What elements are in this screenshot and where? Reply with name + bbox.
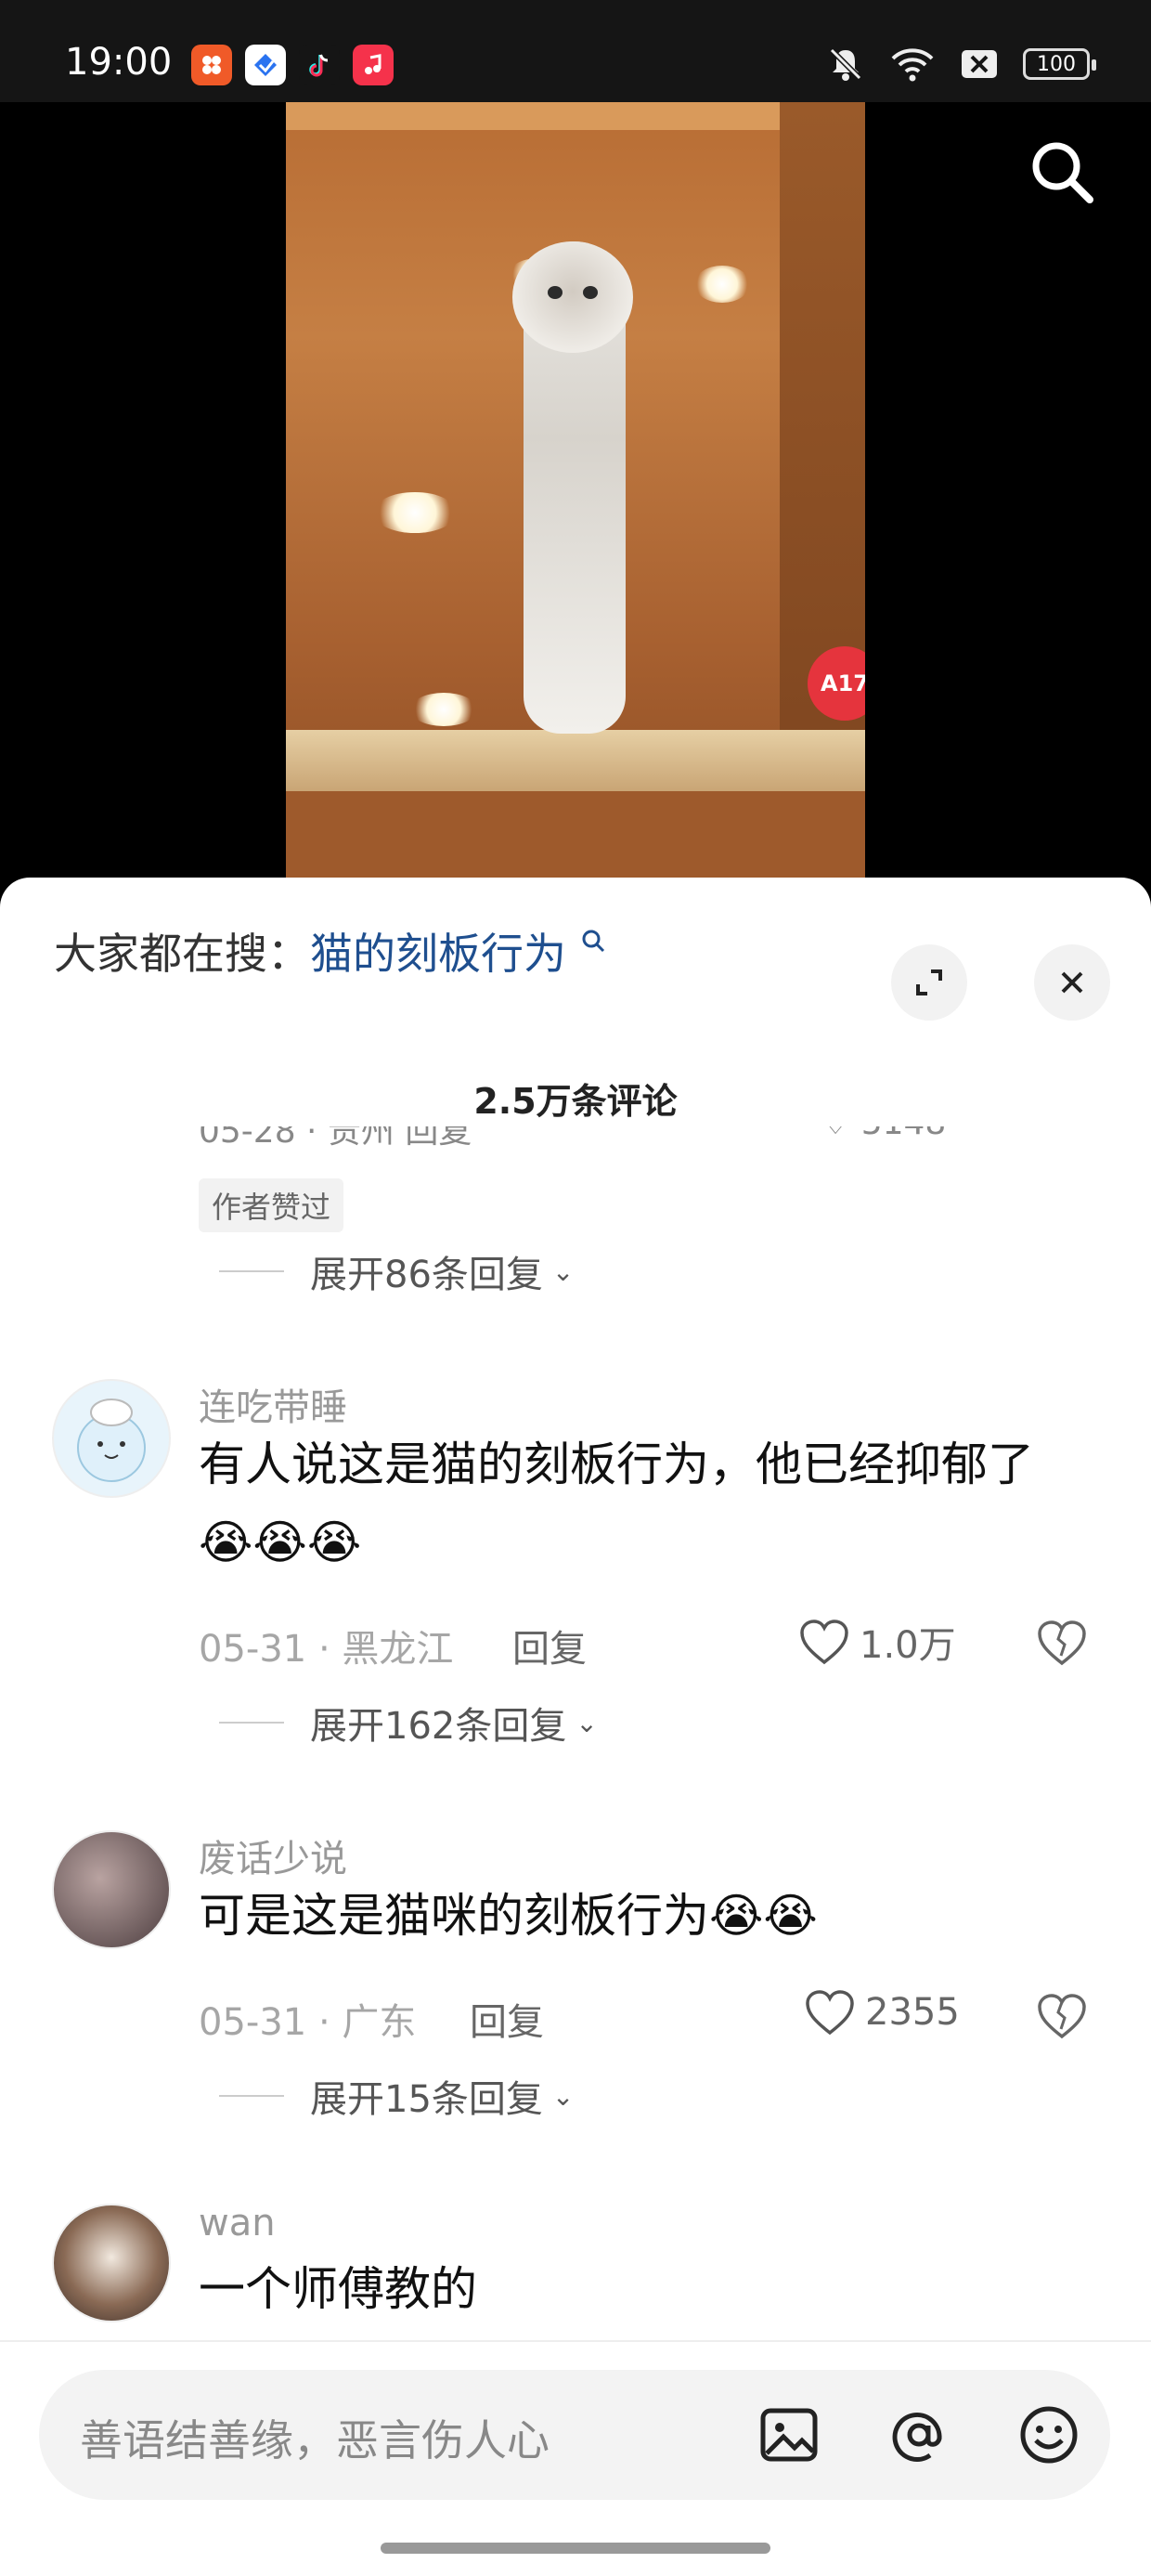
comment-username[interactable]: wan <box>199 2202 276 2244</box>
heart-icon <box>806 1990 854 2036</box>
expand-replies[interactable]: 展开162条回复 ⌄ <box>219 1696 598 1750</box>
comment-meta: 05-31 · 广东 <box>199 2001 417 2044</box>
video-shelf <box>286 730 865 791</box>
video-light <box>373 492 457 533</box>
close-button[interactable] <box>1034 944 1110 1021</box>
emoji-icon[interactable] <box>1014 2400 1084 2470</box>
like-button[interactable]: 1.0万 <box>798 1615 956 1669</box>
comment-username[interactable]: 废话少说 <box>199 1828 347 1882</box>
expand-replies-label: 展开15条回复 <box>310 2078 543 2121</box>
like-count: 1.0万 <box>860 1624 956 1667</box>
notification-app-icons <box>191 45 394 85</box>
reply-button[interactable]: 回复 <box>512 1619 587 1672</box>
divider <box>219 2095 284 2097</box>
chevron-down-icon: ⌄ <box>551 2080 575 2112</box>
comment-username[interactable]: 连吃带睡 <box>199 1377 347 1431</box>
app-icon-blue <box>245 45 286 85</box>
chevron-down-icon: ⌄ <box>576 1707 598 1738</box>
cut-likes: 5148 <box>861 1126 947 1142</box>
comment-count: 2.5万条评论 <box>473 1081 678 1122</box>
app-icon-orange <box>191 45 232 85</box>
video-frame[interactable]: A17 <box>286 102 865 882</box>
comment-input-bar: 善语结善缘，恶言伤人心 <box>0 2340 1151 2576</box>
music-icon <box>353 45 394 85</box>
comment-text: 一个师傅教的 <box>199 2250 1090 2328</box>
expand-replies-label: 展开162条回复 <box>310 1705 567 1748</box>
author-liked-badge: 作者赞过 <box>199 1178 344 1232</box>
wifi-icon <box>891 48 934 82</box>
image-icon[interactable] <box>754 2400 824 2470</box>
video-lower-cabinet <box>286 791 865 882</box>
search-icon[interactable] <box>1025 135 1099 209</box>
battery-level: 100 <box>1037 52 1076 76</box>
comment-input[interactable]: 善语结善缘，恶言伤人心 <box>39 2370 1110 2500</box>
like-button[interactable]: 2355 <box>804 1988 960 2036</box>
video-light <box>694 266 750 303</box>
dislike-icon[interactable] <box>1036 1990 1088 2042</box>
video-player[interactable]: A17 <box>0 102 1151 882</box>
expand-icon <box>916 969 942 995</box>
avatar[interactable] <box>52 1830 171 1949</box>
cat-eye <box>583 286 598 299</box>
divider <box>219 1722 284 1724</box>
small-search-icon <box>582 930 604 953</box>
comment-text-body: 有人说这是猫的刻板行为，他已经抑郁了 <box>199 1438 1034 1491</box>
expand-replies[interactable]: 展开86条回复 ⌄ <box>219 1244 574 1298</box>
comment-input-placeholder: 善语结善缘，恶言伤人心 <box>80 2415 550 2465</box>
video-light <box>410 693 477 726</box>
chevron-down-icon: ⌄ <box>551 1255 575 1287</box>
scrolled-comment-meta: 05-28 · 贵州 回复 ♡ 5148 <box>199 1126 1090 1158</box>
expand-replies-label: 展开86条回复 <box>310 1254 543 1296</box>
comment-text-body: 可是这是猫咪的刻板行为 <box>199 1889 709 1943</box>
video-ceiling <box>286 102 865 130</box>
dislike-icon[interactable] <box>1036 1617 1088 1669</box>
avatar[interactable] <box>52 1379 171 1498</box>
douyin-icon <box>299 45 340 85</box>
home-indicator[interactable] <box>381 2543 770 2554</box>
comment-emoji: 😭😭 <box>709 1889 818 1943</box>
heart-icon <box>800 1620 848 1665</box>
divider <box>219 1270 284 1272</box>
hot-search[interactable]: 大家都在搜：猫的刻板行为 <box>54 920 606 982</box>
status-time: 19:00 <box>65 41 173 84</box>
like-count: 2355 <box>865 1991 960 2034</box>
cut-meta: 05-28 · 贵州 回复 <box>199 1126 472 1151</box>
avatar[interactable] <box>52 2204 171 2322</box>
hot-search-term[interactable]: 猫的刻板行为 <box>310 929 566 979</box>
comment-text: 可是这是猫咪的刻板行为😭😭 <box>199 1877 1090 1955</box>
battery-icon: 100 <box>1023 48 1096 80</box>
comment-meta: 05-31 · 黑龙江 <box>199 1628 454 1671</box>
expand-replies[interactable]: 展开15条回复 ⌄ <box>219 2069 574 2123</box>
status-bar: 19:00 100 <box>0 0 1151 102</box>
hot-search-label: 大家都在搜： <box>54 929 310 979</box>
comment-text-body: 一个师傅教的 <box>199 2262 477 2316</box>
status-icons: 100 <box>826 45 1096 84</box>
reply-button[interactable]: 回复 <box>470 1992 544 2046</box>
comment-emoji: 😭😭😭 <box>199 1516 362 1569</box>
avatar-chef-icon <box>77 1399 146 1482</box>
comment-text: 有人说这是猫的刻板行为，他已经抑郁了 😭😭😭 <box>199 1425 1090 1581</box>
cat-eye <box>548 286 563 299</box>
mute-icon <box>829 47 862 81</box>
comment-sheet: 大家都在搜：猫的刻板行为 2.5万条评论 05-28 · 贵州 回复 ♡ 514… <box>0 878 1151 2574</box>
no-sim-icon <box>962 50 997 78</box>
expand-button[interactable] <box>891 944 967 1021</box>
mention-icon[interactable] <box>884 2400 954 2470</box>
cat-head <box>512 241 633 353</box>
close-icon <box>1061 971 1083 994</box>
